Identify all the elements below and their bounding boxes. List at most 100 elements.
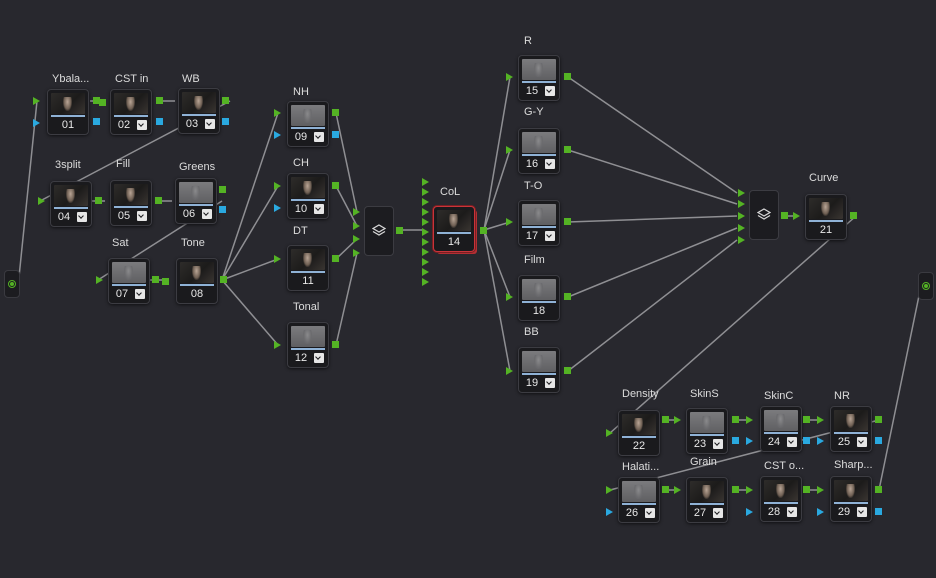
node-input-port[interactable]	[422, 268, 429, 276]
mixer-input-port[interactable]	[738, 200, 745, 208]
alpha-output-port[interactable]	[93, 118, 100, 125]
node-27[interactable]: 27	[686, 477, 728, 523]
rgb-input-port[interactable]	[606, 486, 613, 494]
rgb-input-port[interactable]	[162, 278, 169, 285]
node-input-port[interactable]	[422, 278, 429, 286]
alpha-input-port[interactable]	[746, 508, 753, 516]
node-input-port[interactable]	[422, 258, 429, 266]
node-14[interactable]: 14	[433, 206, 475, 252]
rgb-input-port[interactable]	[274, 182, 281, 190]
chevron-down-icon[interactable]	[77, 212, 87, 222]
node-02[interactable]: 02	[110, 89, 152, 135]
chevron-down-icon[interactable]	[545, 159, 555, 169]
node-15[interactable]: 15	[518, 55, 560, 101]
alpha-output-port[interactable]	[732, 437, 739, 444]
rgb-output-port[interactable]	[332, 109, 339, 116]
alpha-output-port[interactable]	[222, 118, 229, 125]
mixer-input-port[interactable]	[738, 236, 745, 244]
node-25[interactable]: 25	[830, 406, 872, 452]
alpha-output-port[interactable]	[875, 437, 882, 444]
node-input-port[interactable]	[422, 238, 429, 246]
chevron-down-icon[interactable]	[137, 120, 147, 130]
rgb-input-port[interactable]	[746, 486, 753, 494]
alpha-input-port[interactable]	[606, 508, 613, 516]
rgb-input-port[interactable]	[506, 293, 513, 301]
node-input-port[interactable]	[422, 208, 429, 216]
rgb-input-port[interactable]	[33, 97, 40, 105]
rgb-input-port[interactable]	[674, 416, 681, 424]
node-12[interactable]: 12	[287, 322, 329, 368]
node-input-port[interactable]	[422, 198, 429, 206]
mixer-input-port[interactable]	[738, 189, 745, 197]
chevron-down-icon[interactable]	[205, 119, 215, 129]
rgb-input-port[interactable]	[674, 486, 681, 494]
node-03[interactable]: 03	[178, 88, 220, 134]
node-input-port[interactable]	[422, 228, 429, 236]
rgb-input-port[interactable]	[606, 429, 613, 437]
alpha-input-port[interactable]	[817, 437, 824, 445]
alpha-input-port[interactable]	[274, 204, 281, 212]
node-05[interactable]: 05	[110, 180, 152, 226]
rgb-input-port[interactable]	[274, 341, 281, 349]
rgb-output-port[interactable]	[152, 276, 159, 283]
rgb-output-port[interactable]	[803, 416, 810, 423]
mixer-input-port[interactable]	[353, 208, 360, 216]
alpha-input-port[interactable]	[274, 131, 281, 139]
node-29[interactable]: 29	[830, 476, 872, 522]
rgb-output-port[interactable]	[155, 197, 162, 204]
node-10[interactable]: 10	[287, 173, 329, 219]
chevron-down-icon[interactable]	[545, 86, 555, 96]
rgb-output-port[interactable]	[219, 186, 226, 193]
rgb-output-port[interactable]	[95, 197, 102, 204]
node-input-port[interactable]	[422, 178, 429, 186]
rgb-output-port[interactable]	[875, 416, 882, 423]
alpha-output-port[interactable]	[219, 206, 226, 213]
alpha-output-port[interactable]	[156, 118, 163, 125]
chevron-down-icon[interactable]	[314, 353, 324, 363]
source-input[interactable]	[4, 270, 20, 298]
node-input-port[interactable]	[422, 188, 429, 196]
node-19[interactable]: 19	[518, 347, 560, 393]
rgb-input-port[interactable]	[274, 109, 281, 117]
chevron-down-icon[interactable]	[545, 378, 555, 388]
node-22[interactable]: 22	[618, 410, 660, 456]
alpha-input-port[interactable]	[817, 508, 824, 516]
node-21[interactable]: 21	[805, 194, 847, 240]
rgb-output-port[interactable]	[99, 99, 106, 106]
chevron-down-icon[interactable]	[857, 507, 867, 517]
layer-mixer-node[interactable]	[364, 206, 394, 256]
rgb-output-port[interactable]	[480, 227, 487, 234]
chevron-down-icon[interactable]	[713, 508, 723, 518]
rgb-output-port[interactable]	[222, 97, 229, 104]
node-01[interactable]: 01	[47, 89, 89, 135]
rgb-output-port[interactable]	[564, 367, 571, 374]
rgb-input-port[interactable]	[96, 276, 103, 284]
rgb-output-port[interactable]	[156, 97, 163, 104]
rgb-output-port[interactable]	[564, 218, 571, 225]
node-07[interactable]: 07	[108, 258, 150, 304]
node-16[interactable]: 16	[518, 128, 560, 174]
mixer-input-port[interactable]	[353, 222, 360, 230]
node-08[interactable]: 08	[176, 258, 218, 304]
node-17[interactable]: 17	[518, 200, 560, 246]
chevron-down-icon[interactable]	[137, 211, 147, 221]
mixer-output-port[interactable]	[396, 227, 403, 234]
rgb-output-port[interactable]	[850, 212, 857, 219]
mixer-input-port[interactable]	[738, 224, 745, 232]
rgb-output-port[interactable]	[564, 293, 571, 300]
alpha-input-port[interactable]	[33, 119, 40, 127]
rgb-input-port[interactable]	[274, 255, 281, 263]
chevron-down-icon[interactable]	[645, 508, 655, 518]
mixer-input-port[interactable]	[353, 249, 360, 257]
mixer-output-port[interactable]	[781, 212, 788, 219]
node-output[interactable]	[918, 272, 934, 300]
chevron-down-icon[interactable]	[202, 209, 212, 219]
alpha-input-port[interactable]	[746, 437, 753, 445]
rgb-input-port[interactable]	[793, 212, 800, 220]
node-06[interactable]: 06	[175, 178, 217, 224]
chevron-down-icon[interactable]	[314, 132, 324, 142]
alpha-output-port[interactable]	[803, 437, 810, 444]
node-28[interactable]: 28	[760, 476, 802, 522]
rgb-input-port[interactable]	[817, 486, 824, 494]
node-input-port[interactable]	[422, 218, 429, 226]
